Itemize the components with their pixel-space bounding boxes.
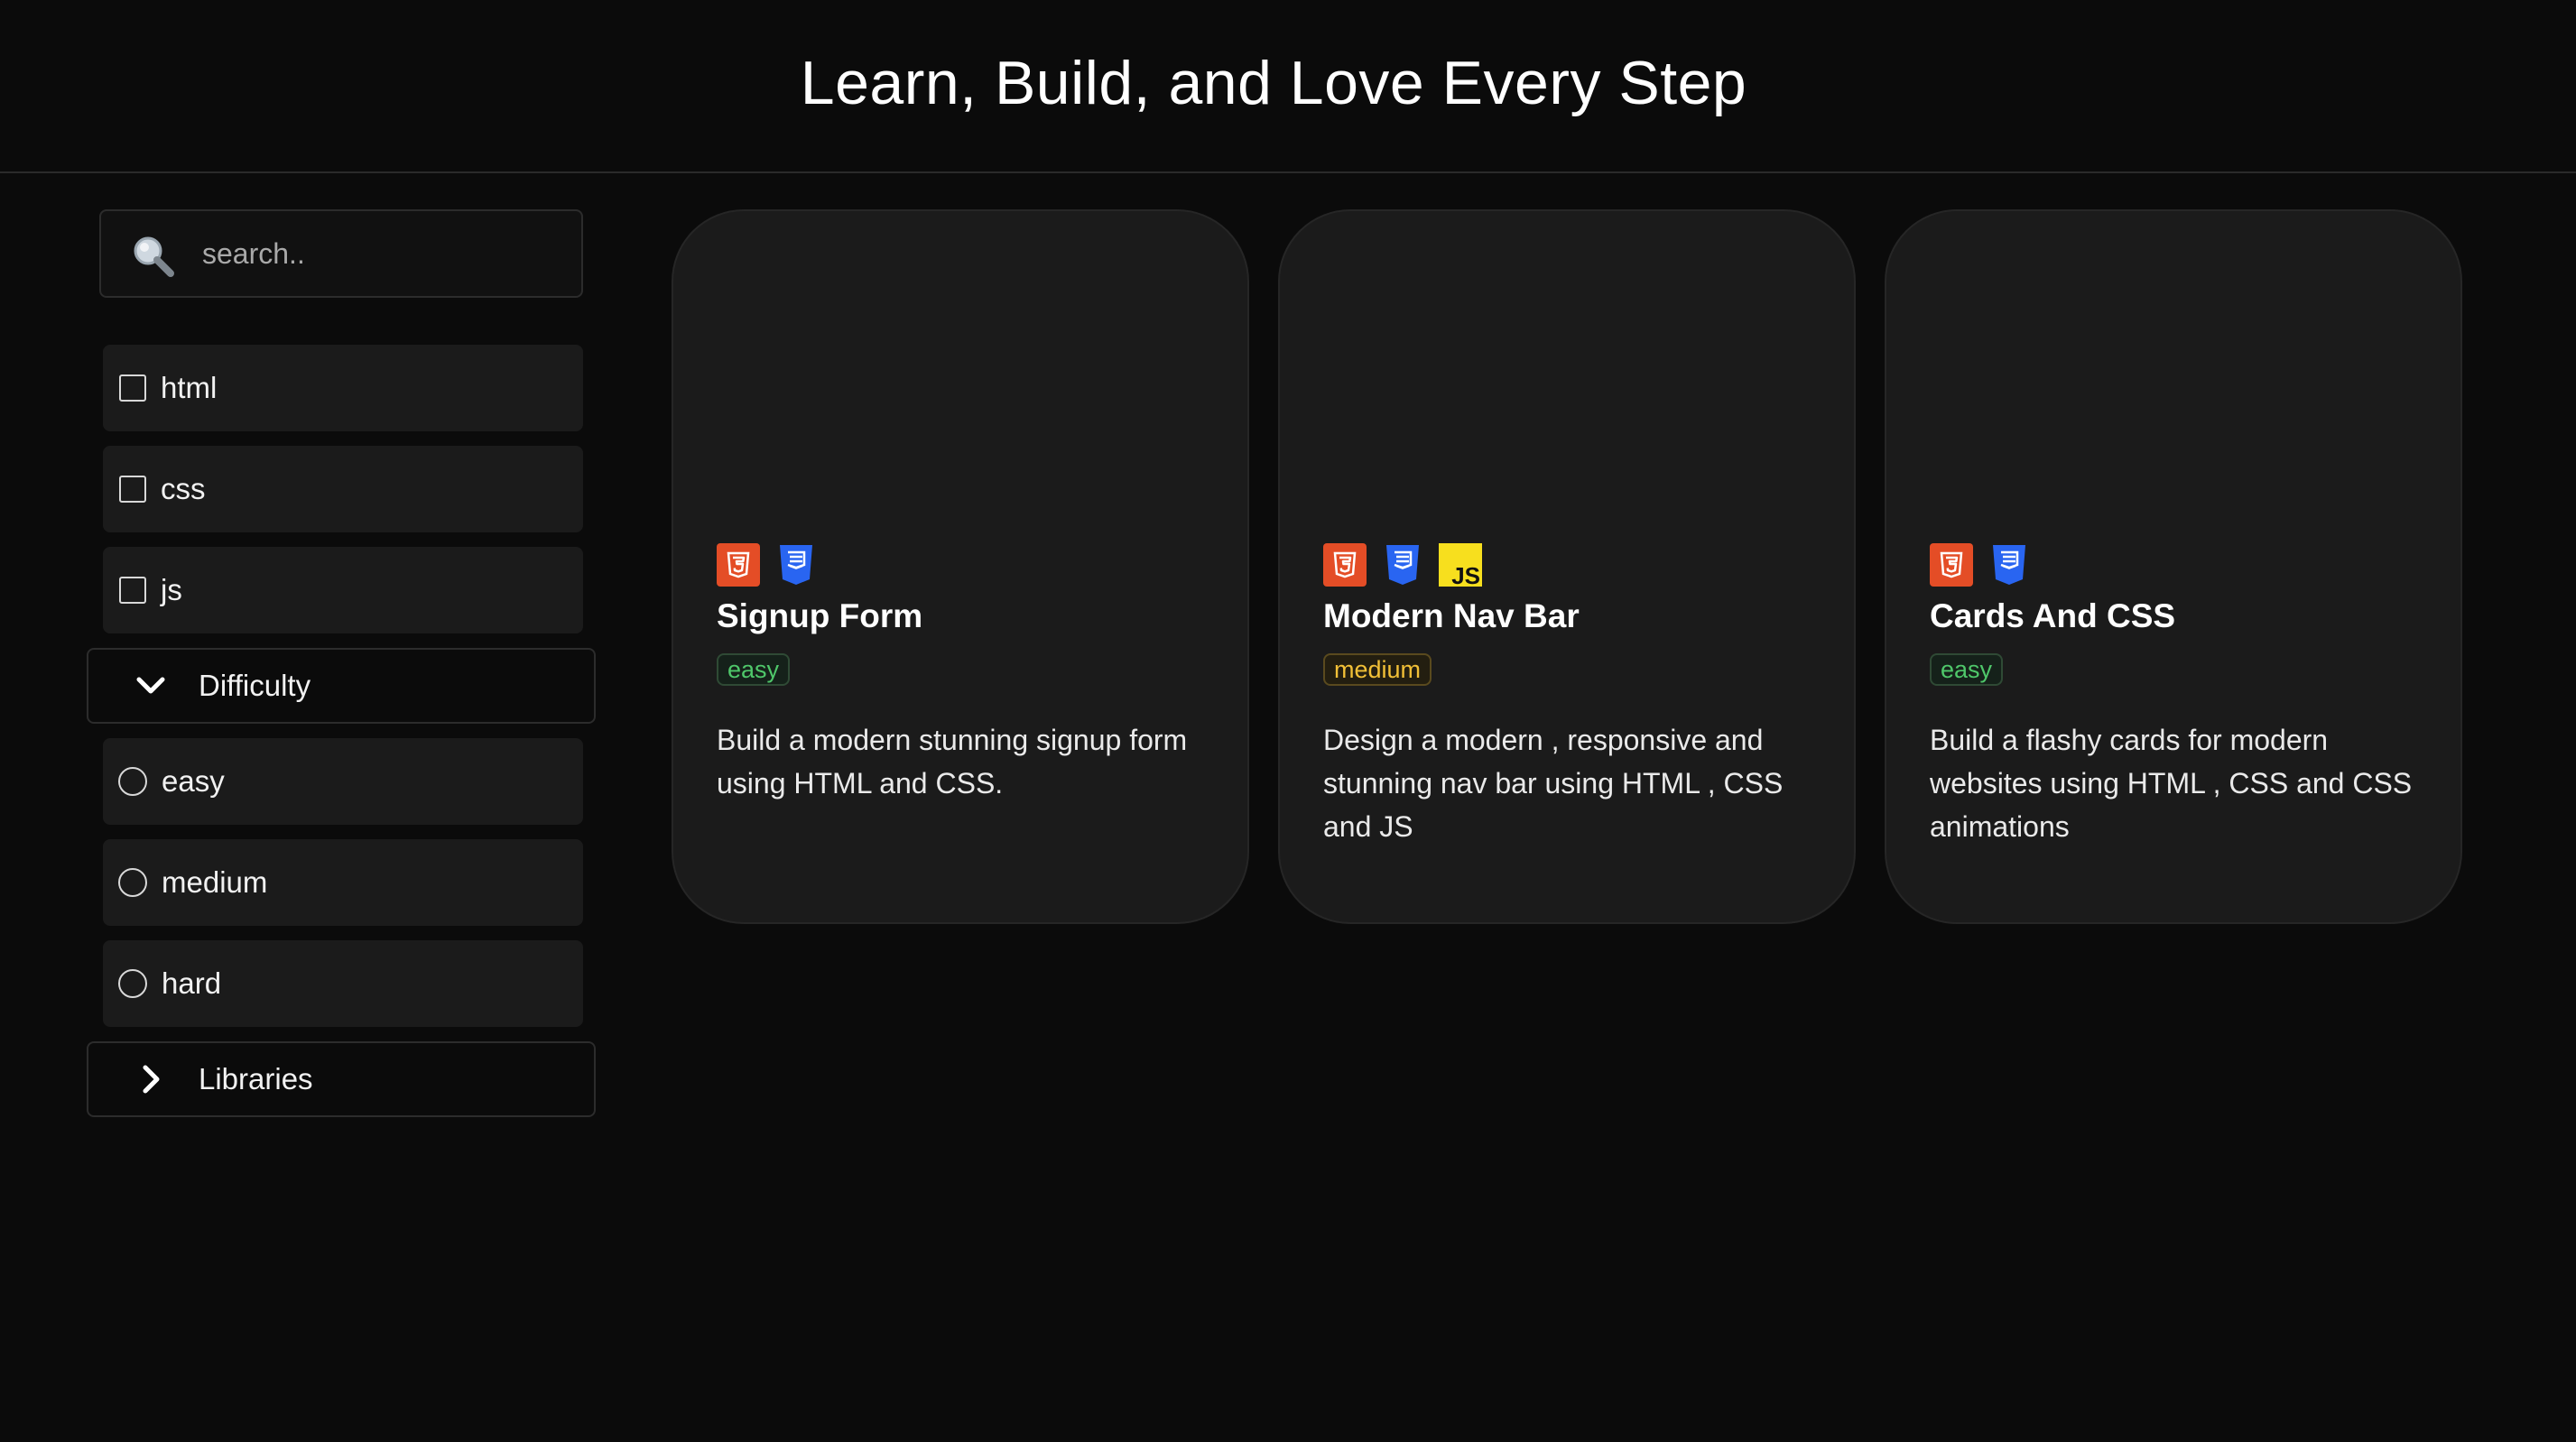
- html5-icon: [1930, 543, 1973, 587]
- search-input[interactable]: [202, 211, 563, 296]
- checkbox[interactable]: [119, 374, 146, 402]
- tech-icons: JS: [1323, 543, 1482, 587]
- difficulty-label: medium: [162, 865, 268, 899]
- filter-option-css[interactable]: css: [103, 446, 583, 532]
- radio-button[interactable]: [118, 969, 147, 998]
- css3-icon: [780, 545, 812, 585]
- difficulty-option-hard[interactable]: hard: [103, 940, 583, 1027]
- css3-icon: [1993, 545, 2025, 585]
- page-header: Learn, Build, and Love Every Step: [0, 0, 2576, 173]
- difficulty-option-easy[interactable]: easy: [103, 738, 583, 825]
- chevron-right-icon: [143, 1065, 160, 1094]
- tech-icons: [1930, 543, 2031, 587]
- card-description: Build a modern stunning signup form usin…: [717, 724, 1188, 800]
- css3-icon: [1386, 545, 1419, 585]
- card-description: Build a flashy cards for modern websites…: [1930, 724, 2413, 843]
- filter-option-html[interactable]: html: [103, 345, 583, 431]
- checkbox[interactable]: [119, 476, 146, 503]
- page-title: Learn, Build, and Love Every Step: [800, 49, 1747, 117]
- filter-label: html: [161, 371, 218, 404]
- card-description: Design a modern , responsive and stunnin…: [1323, 724, 1784, 843]
- javascript-icon: JS: [1439, 543, 1482, 587]
- filter-label: css: [161, 472, 206, 505]
- project-card[interactable]: Signup Form easy Build a modern stunning…: [672, 209, 1249, 924]
- html5-icon: [1323, 543, 1367, 587]
- filter-label: js: [161, 573, 182, 606]
- search-box[interactable]: [99, 209, 583, 298]
- filter-option-js[interactable]: js: [103, 547, 583, 633]
- project-card[interactable]: Cards And CSS easy Build a flashy cards …: [1885, 209, 2462, 924]
- difficulty-option-medium[interactable]: medium: [103, 839, 583, 926]
- libraries-section-toggle[interactable]: Libraries: [87, 1041, 596, 1117]
- chevron-down-icon: [136, 677, 165, 694]
- difficulty-badge: medium: [1323, 653, 1432, 686]
- html5-icon: [717, 543, 760, 587]
- svg-text:JS: JS: [1451, 562, 1480, 587]
- card-title: Signup Form: [717, 597, 923, 634]
- section-label: Difficulty: [199, 669, 311, 702]
- section-label: Libraries: [199, 1062, 313, 1095]
- radio-button[interactable]: [118, 868, 147, 897]
- difficulty-badge: easy: [1930, 653, 2004, 686]
- tech-icons: [717, 543, 818, 587]
- project-card[interactable]: JS Modern Nav Bar medium Design a modern…: [1278, 209, 1856, 924]
- card-title: Modern Nav Bar: [1323, 597, 1580, 634]
- difficulty-badge: easy: [717, 653, 791, 686]
- checkbox[interactable]: [119, 577, 146, 604]
- card-title: Cards And CSS: [1930, 597, 2176, 634]
- difficulty-section-toggle[interactable]: Difficulty: [87, 648, 596, 724]
- difficulty-label: easy: [162, 764, 225, 798]
- difficulty-label: hard: [162, 966, 222, 1000]
- radio-button[interactable]: [118, 767, 147, 796]
- search-icon: [134, 236, 174, 277]
